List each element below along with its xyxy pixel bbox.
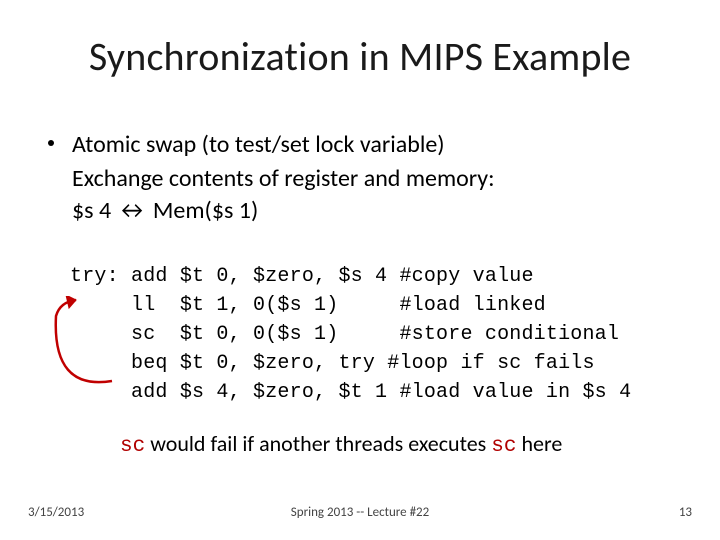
bullet-dot-icon bbox=[48, 140, 54, 146]
slide-title: Synchronization in MIPS Example bbox=[0, 32, 720, 81]
footnote: sc would fail if another threads execute… bbox=[120, 430, 680, 458]
bullet-line-1: Atomic swap (to test/set lock variable) bbox=[72, 130, 445, 159]
footer-lecture: Spring 2013 -- Lecture #22 bbox=[0, 505, 720, 520]
code-block: try: add $t 0, $zero, $s 4 #copy value l… bbox=[70, 262, 631, 407]
note-tail: here bbox=[516, 430, 562, 457]
body-text: Atomic swap (to test/set lock variable) … bbox=[48, 130, 672, 226]
bullet-item: Atomic swap (to test/set lock variable) bbox=[48, 130, 672, 160]
bullet-line-3: $s 4 ↔ Mem($s 1) bbox=[48, 196, 672, 226]
footer-page-number: 13 bbox=[679, 505, 692, 520]
note-mono-1: sc bbox=[120, 435, 145, 458]
slide: Synchronization in MIPS Example Atomic s… bbox=[0, 0, 720, 540]
note-mid: would fail if another threads executes bbox=[145, 430, 491, 457]
note-mono-2: sc bbox=[491, 435, 516, 458]
bullet-line-2: Exchange contents of register and memory… bbox=[48, 164, 672, 194]
